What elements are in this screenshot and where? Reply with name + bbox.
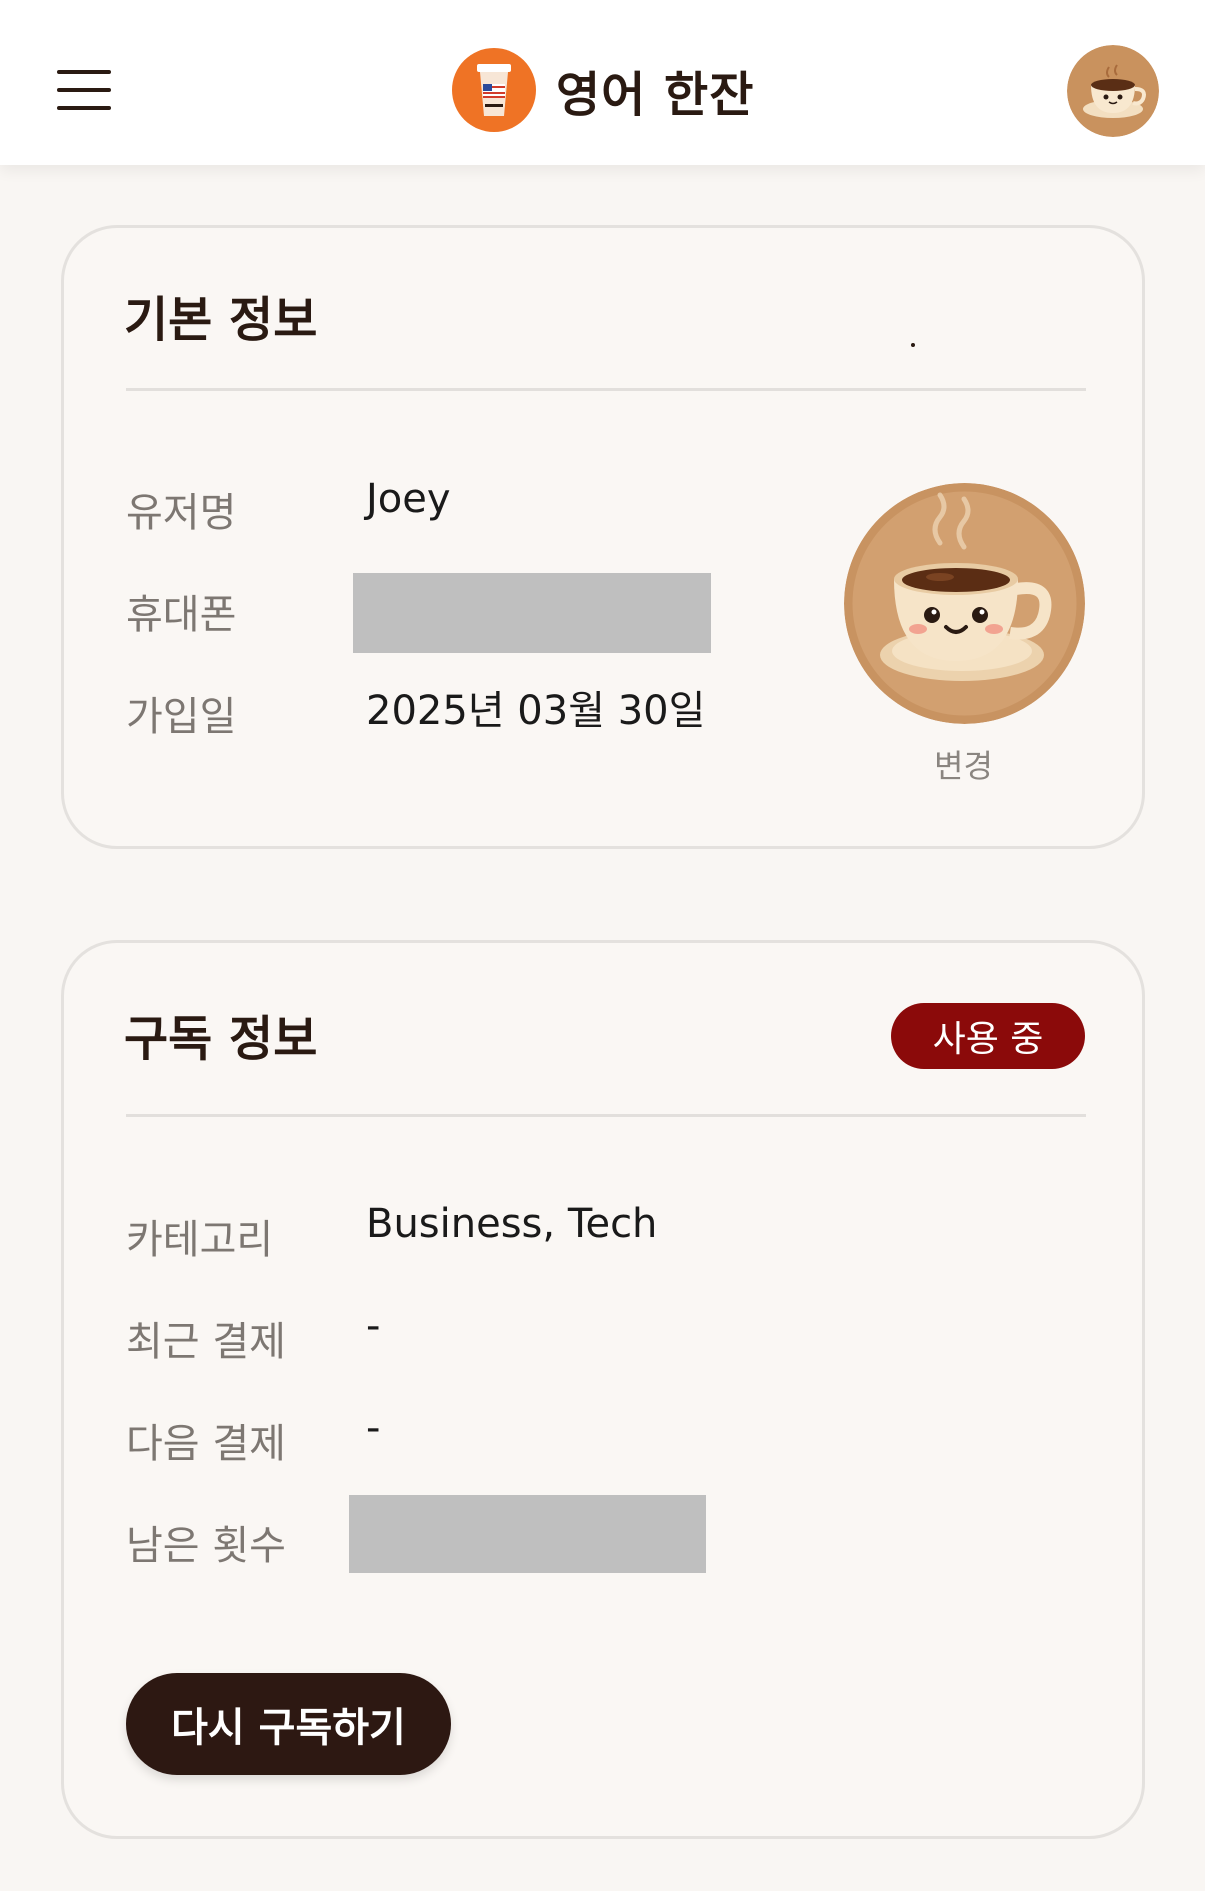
- remaining-count-redacted: [349, 1495, 706, 1573]
- coffee-cup-logo-icon: [452, 48, 536, 132]
- app-header: 영어 한잔: [0, 0, 1205, 165]
- menu-bar-top: [57, 70, 111, 74]
- subscription-title: 구독 정보: [124, 1011, 318, 1067]
- coffee-cup-avatar-icon: [1067, 45, 1159, 137]
- basic-info-divider: [126, 388, 1086, 391]
- basic-info-card: 기본 정보 유저명 Joey 휴대폰 가입일 2025년 03월 30일 변경: [61, 225, 1145, 849]
- last-payment-label: 최근 결제: [126, 1319, 286, 1365]
- category-value: Business, Tech: [366, 1201, 658, 1247]
- phone-value-redacted: [353, 573, 711, 653]
- subscription-divider: [126, 1114, 1086, 1117]
- username-label: 유저명: [126, 490, 237, 536]
- decorative-dot: [911, 343, 915, 347]
- next-payment-value: -: [366, 1405, 381, 1451]
- coffee-cup-avatar-icon: [844, 483, 1085, 724]
- phone-label: 휴대폰: [126, 592, 237, 638]
- brand[interactable]: 영어 한잔: [452, 48, 754, 132]
- status-badge: 사용 중: [891, 1003, 1085, 1069]
- last-payment-value: -: [366, 1303, 381, 1349]
- join-date-label: 가입일: [126, 694, 237, 740]
- join-date-value: 2025년 03월 30일: [366, 688, 706, 734]
- category-label: 카테고리: [126, 1217, 274, 1263]
- app-title: 영어 한잔: [556, 67, 755, 123]
- next-payment-label: 다음 결제: [126, 1421, 286, 1467]
- menu-bar-middle: [57, 88, 111, 92]
- profile-photo[interactable]: [844, 483, 1085, 724]
- basic-info-title: 기본 정보: [124, 292, 318, 348]
- username-value: Joey: [366, 476, 451, 522]
- hamburger-menu-icon[interactable]: [57, 70, 111, 110]
- menu-bar-bottom: [57, 106, 111, 110]
- user-avatar[interactable]: [1067, 45, 1159, 137]
- resubscribe-button[interactable]: 다시 구독하기: [126, 1673, 451, 1775]
- change-photo-link[interactable]: 변경: [934, 741, 993, 787]
- subscription-card: 구독 정보 사용 중 카테고리 Business, Tech 최근 결제 - 다…: [61, 940, 1145, 1839]
- remaining-count-label: 남은 횟수: [126, 1523, 286, 1569]
